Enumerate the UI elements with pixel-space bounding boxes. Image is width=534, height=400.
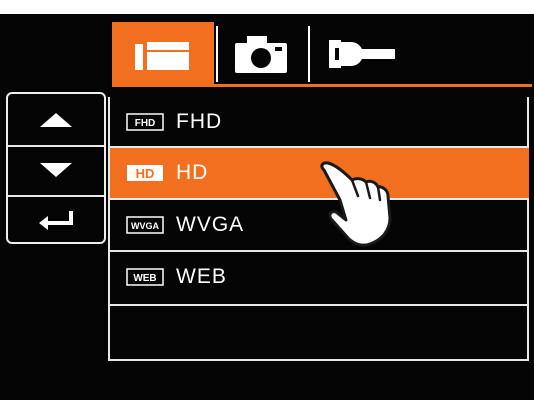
- web-icon: WEB: [126, 268, 164, 286]
- camera-icon: [235, 36, 287, 73]
- hd-icon: HD: [127, 165, 163, 181]
- svg-text:WVGA: WVGA: [131, 221, 159, 231]
- wrench-icon: [329, 40, 395, 68]
- menu-item-web[interactable]: WEB WEB: [110, 252, 529, 302]
- svg-text:FHD: FHD: [135, 118, 156, 129]
- top-margin: [0, 0, 534, 14]
- fhd-icon: FHD: [126, 113, 164, 131]
- tab-setup[interactable]: [312, 22, 412, 86]
- tab-photo[interactable]: [218, 22, 304, 86]
- triangle-down-icon: [40, 163, 72, 177]
- triangle-up-icon: [40, 113, 72, 127]
- menu-item-label: HD: [176, 161, 209, 184]
- tab-separator: [308, 26, 310, 82]
- menu-item-label: FHD: [176, 110, 223, 133]
- video-mode-icon: [135, 42, 189, 70]
- svg-text:WEB: WEB: [133, 273, 156, 284]
- tab-video[interactable]: [112, 22, 214, 86]
- return-arrow-icon: [39, 211, 73, 230]
- nav-back-button[interactable]: [8, 196, 104, 244]
- nav-up-button[interactable]: [8, 96, 104, 144]
- menu-item-label: WVGA: [176, 213, 245, 236]
- nav-down-button[interactable]: [8, 146, 104, 194]
- tab-underline: [112, 84, 532, 87]
- menu-item-fhd[interactable]: FHD FHD: [110, 97, 529, 147]
- menu-item-empty: [110, 306, 529, 360]
- wvga-icon: WVGA: [126, 216, 164, 234]
- menu-item-hd[interactable]: HD HD: [110, 148, 529, 198]
- menu-item-label: WEB: [176, 265, 227, 288]
- svg-text:HD: HD: [136, 166, 155, 181]
- menu-item-wvga[interactable]: WVGA WVGA: [110, 200, 529, 250]
